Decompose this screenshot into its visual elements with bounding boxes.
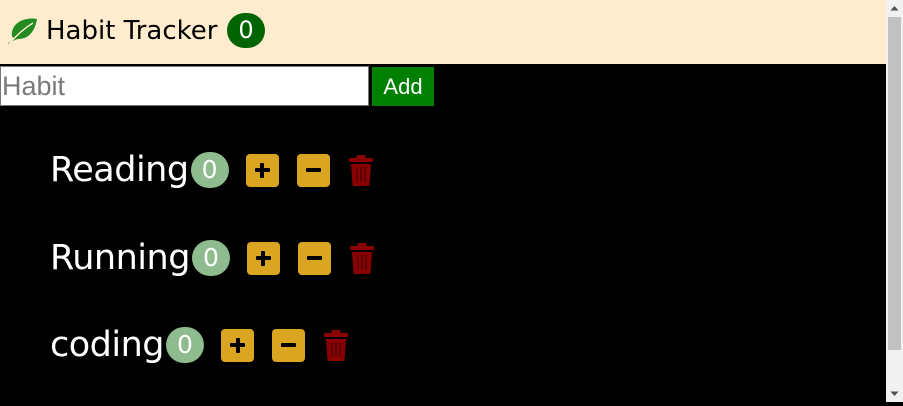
delete-button[interactable] <box>348 154 374 187</box>
habit-name: Running <box>50 238 190 278</box>
scroll-up-arrow-icon[interactable] <box>886 0 903 17</box>
add-button[interactable]: Add <box>372 67 434 106</box>
total-count-badge: 0 <box>227 13 265 48</box>
app-header: Habit Tracker 0 <box>0 0 886 64</box>
delete-button[interactable] <box>323 329 349 362</box>
habit-name: Reading <box>50 150 189 190</box>
leaf-icon <box>7 17 39 45</box>
habit-input[interactable] <box>0 66 369 106</box>
habit-name: coding <box>50 325 165 365</box>
increment-button[interactable] <box>221 328 254 362</box>
increment-button[interactable] <box>245 153 279 187</box>
habit-row: Reading 0 <box>50 150 374 190</box>
habit-row: coding 0 <box>50 325 349 365</box>
habit-row: Running 0 <box>50 238 375 278</box>
increment-button[interactable] <box>246 241 280 275</box>
trash-icon <box>324 329 348 361</box>
delete-button[interactable] <box>349 242 375 275</box>
scroll-down-arrow-icon[interactable] <box>886 385 903 402</box>
app-title: Habit Tracker <box>46 16 218 46</box>
trash-icon <box>349 242 374 274</box>
app-viewport: Habit Tracker 0 Add Reading 0 Running 0 <box>0 0 886 402</box>
habit-count-badge: 0 <box>191 240 230 276</box>
habit-count-badge: 0 <box>190 152 229 188</box>
trash-icon <box>348 154 373 186</box>
habit-count-badge: 0 <box>166 327 204 363</box>
decrement-button[interactable] <box>297 241 331 275</box>
vertical-scrollbar[interactable] <box>886 0 903 402</box>
scroll-thumb[interactable] <box>888 17 901 350</box>
decrement-button[interactable] <box>272 328 305 362</box>
decrement-button[interactable] <box>296 153 330 187</box>
